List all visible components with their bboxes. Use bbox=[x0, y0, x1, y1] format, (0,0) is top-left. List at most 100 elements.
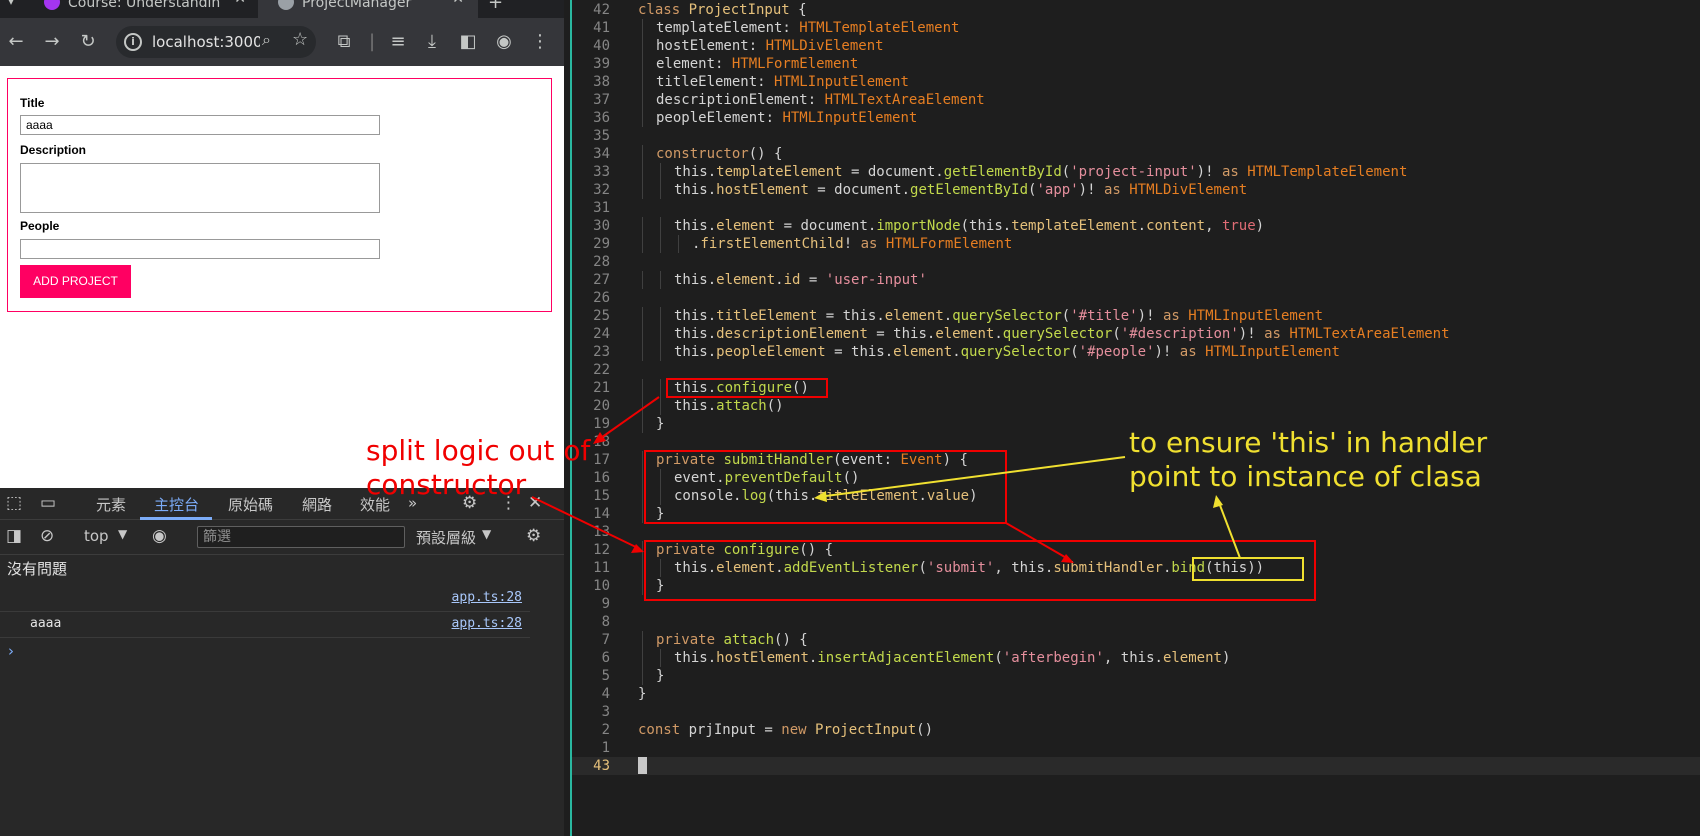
code-line[interactable]: 43 bbox=[572, 757, 1700, 775]
code-line[interactable]: 21 this.configure() bbox=[572, 379, 1700, 397]
code-line[interactable]: 28 bbox=[572, 253, 1700, 271]
code-line[interactable]: 9 bbox=[572, 595, 1700, 613]
code-line[interactable]: 23 this.peopleElement = this.element.quer… bbox=[572, 343, 1700, 361]
code-token: HTMLInputElement bbox=[1205, 344, 1340, 360]
log-source-link[interactable]: app.ts:28 bbox=[452, 590, 522, 605]
code-line[interactable]: 33 this.templateElement = document.getEle… bbox=[572, 163, 1700, 181]
code-line[interactable]: 22 bbox=[572, 361, 1700, 379]
close-devtools-icon[interactable]: ✕ bbox=[528, 493, 542, 513]
indent-guide bbox=[660, 379, 661, 397]
code-token: private bbox=[656, 452, 724, 468]
menu-kebab-icon[interactable]: ⋮ bbox=[528, 30, 552, 54]
code-line[interactable]: 29 .firstElementChild! as HTMLFormElement bbox=[572, 235, 1700, 253]
code-line[interactable]: 6 this.hostElement.insertAdjacentElement(… bbox=[572, 649, 1700, 667]
code-line[interactable]: 11 this.element.addEventListener('submit'… bbox=[572, 559, 1700, 577]
code-line[interactable]: 37 descriptionElement: HTMLTextAreaElemen… bbox=[572, 91, 1700, 109]
code-token: } bbox=[656, 506, 665, 522]
code-line[interactable]: 32 this.hostElement = document.getElement… bbox=[572, 181, 1700, 199]
log-levels-dropdown[interactable]: 預設層級 bbox=[416, 527, 476, 548]
code-line[interactable]: 25 this.titleElement = this.element.query… bbox=[572, 307, 1700, 325]
people-input[interactable] bbox=[20, 239, 380, 259]
code-token: () bbox=[766, 398, 784, 414]
sidebar-toggle-icon[interactable]: ◨ bbox=[6, 526, 22, 546]
back-arrow-icon[interactable]: ← bbox=[4, 30, 28, 54]
code-line[interactable]: 14} bbox=[572, 505, 1700, 523]
indent-guide bbox=[642, 379, 643, 397]
line-number: 7 bbox=[601, 632, 610, 648]
clear-console-icon[interactable]: ⊘ bbox=[40, 526, 54, 546]
tab-sources[interactable]: 原始碼 bbox=[228, 494, 273, 515]
console-prompt-chevron-icon[interactable]: › bbox=[8, 642, 14, 660]
code-token: HTMLTextAreaElement bbox=[1289, 326, 1450, 342]
device-toolbar-icon[interactable]: ▭ bbox=[40, 493, 56, 513]
tab-course[interactable]: Course: Understandin ✕ bbox=[24, 0, 260, 18]
code-line[interactable]: 39 element: HTMLFormElement bbox=[572, 55, 1700, 73]
code-line[interactable]: 41 templateElement: HTMLTemplateElement bbox=[572, 19, 1700, 37]
new-tab-button[interactable]: + bbox=[488, 0, 503, 13]
media-queue-icon[interactable]: ≡ bbox=[386, 30, 410, 54]
add-project-button[interactable]: ADD PROJECT bbox=[20, 265, 131, 298]
tab-network[interactable]: 網路 bbox=[302, 494, 332, 515]
code-line[interactable]: 4} bbox=[572, 685, 1700, 703]
code-line[interactable]: 42 class ProjectInput { bbox=[572, 1, 1700, 19]
code-token: as bbox=[1179, 344, 1206, 360]
console-settings-gear-icon[interactable]: ⚙ bbox=[526, 526, 541, 546]
tab-elements[interactable]: 元素 bbox=[96, 494, 126, 515]
address-bar[interactable]: i localhost:3000 ⌕ ☆ bbox=[116, 26, 316, 58]
code-token: as bbox=[860, 236, 886, 252]
live-expression-eye-icon[interactable]: ◉ bbox=[152, 526, 167, 546]
close-icon[interactable]: ✕ bbox=[234, 0, 246, 6]
code-line[interactable]: 3 bbox=[572, 703, 1700, 721]
context-selector[interactable]: top bbox=[84, 527, 109, 545]
tab-console[interactable]: 主控台 bbox=[154, 494, 199, 515]
code-token: (event: bbox=[833, 452, 901, 468]
site-info-icon[interactable]: i bbox=[124, 33, 142, 51]
code-line[interactable]: 30 this.element = document.importNode(thi… bbox=[572, 217, 1700, 235]
filter-input[interactable]: 篩選 bbox=[197, 526, 405, 548]
code-line[interactable]: 13 bbox=[572, 523, 1700, 541]
pane-divider[interactable] bbox=[564, 0, 572, 836]
extensions-puzzle-icon[interactable]: ⧉ bbox=[332, 30, 356, 54]
forward-arrow-icon[interactable]: → bbox=[40, 30, 64, 54]
side-panel-icon[interactable]: ◧ bbox=[456, 30, 480, 54]
code-editor[interactable]: 42 class ProjectInput {41 templateElement:… bbox=[572, 0, 1700, 836]
line-number: 11 bbox=[593, 560, 610, 576]
download-icon[interactable]: ⤓ bbox=[420, 30, 444, 54]
tab-search-icon[interactable]: ▾ bbox=[8, 0, 14, 8]
chevron-down-icon[interactable]: ▼ bbox=[482, 527, 491, 541]
inspect-element-icon[interactable]: ⬚ bbox=[6, 493, 22, 513]
code-line[interactable]: 1 bbox=[572, 739, 1700, 757]
reload-icon[interactable]: ↻ bbox=[76, 30, 100, 54]
code-token: 'afterbegin' bbox=[1002, 650, 1104, 666]
chevron-down-icon[interactable]: ▼ bbox=[118, 527, 127, 541]
bookmark-star-icon[interactable]: ☆ bbox=[292, 29, 308, 50]
code-token: configure bbox=[716, 380, 793, 396]
close-icon[interactable]: ✕ bbox=[452, 0, 464, 6]
code-line[interactable]: 27 this.element.id = 'user-input' bbox=[572, 271, 1700, 289]
code-line[interactable]: 12 private configure() { bbox=[572, 541, 1700, 559]
code-line[interactable]: 34 constructor() { bbox=[572, 145, 1700, 163]
tab-project-manager[interactable]: ProjectManager ✕ bbox=[258, 0, 478, 18]
code-line[interactable]: 38 titleElement: HTMLInputElement bbox=[572, 73, 1700, 91]
code-line[interactable]: 24 this.descriptionElement = this.element… bbox=[572, 325, 1700, 343]
profile-avatar-icon[interactable]: ◉ bbox=[492, 30, 516, 54]
code-line[interactable]: 7 private attach() { bbox=[572, 631, 1700, 649]
code-token: ) bbox=[969, 488, 978, 504]
code-token: true bbox=[1221, 218, 1256, 234]
code-text: this.element = document.importNode(this.… bbox=[674, 217, 1264, 235]
code-line[interactable]: 35 bbox=[572, 127, 1700, 145]
code-line[interactable]: 31 bbox=[572, 199, 1700, 217]
code-line[interactable]: 8 bbox=[572, 613, 1700, 631]
description-textarea[interactable] bbox=[20, 163, 380, 213]
code-line[interactable]: 2 const prjInput = new ProjectInput() bbox=[572, 721, 1700, 739]
code-line[interactable]: 40 hostElement: HTMLDivElement bbox=[572, 37, 1700, 55]
code-line[interactable]: 36 peopleElement: HTMLInputElement bbox=[572, 109, 1700, 127]
code-line[interactable]: 20 this.attach() bbox=[572, 397, 1700, 415]
zoom-icon[interactable]: ⌕ bbox=[262, 30, 271, 50]
code-token: element bbox=[716, 272, 776, 288]
code-line[interactable]: 26 bbox=[572, 289, 1700, 307]
code-line[interactable]: 5} bbox=[572, 667, 1700, 685]
log-source-link[interactable]: app.ts:28 bbox=[452, 616, 522, 631]
code-line[interactable]: 10} bbox=[572, 577, 1700, 595]
title-input[interactable]: aaaa bbox=[20, 115, 380, 135]
